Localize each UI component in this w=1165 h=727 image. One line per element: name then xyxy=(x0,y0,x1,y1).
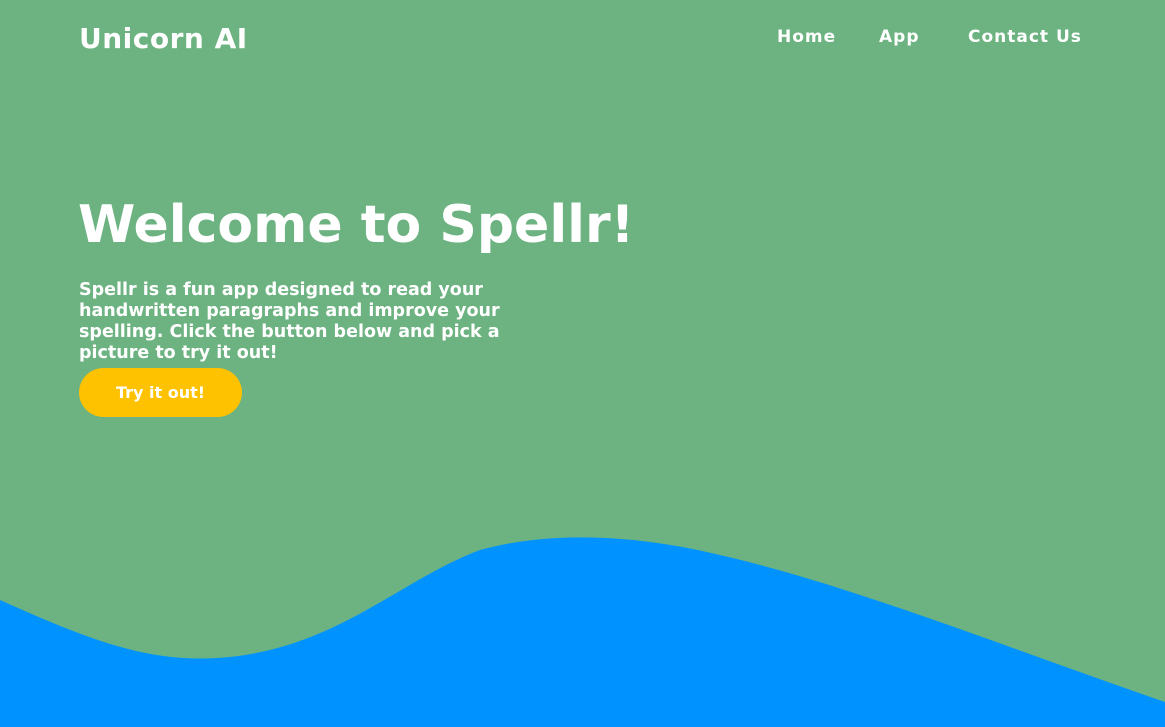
hero-description: Spellr is a fun app designed to read you… xyxy=(79,280,500,363)
site-header: Unicorn AI Home App Contact Us xyxy=(0,0,1165,80)
nav-app-link[interactable]: App xyxy=(879,26,920,48)
nav-home-link[interactable]: Home xyxy=(777,26,836,48)
hero-title: Welcome to Spellr! xyxy=(78,195,635,255)
brand-logo[interactable]: Unicorn AI xyxy=(79,22,248,56)
wave-shape xyxy=(0,537,1165,727)
try-it-out-button[interactable]: Try it out! xyxy=(79,368,242,417)
nav-contact-link[interactable]: Contact Us xyxy=(968,26,1082,48)
decorative-wave xyxy=(0,537,1165,727)
